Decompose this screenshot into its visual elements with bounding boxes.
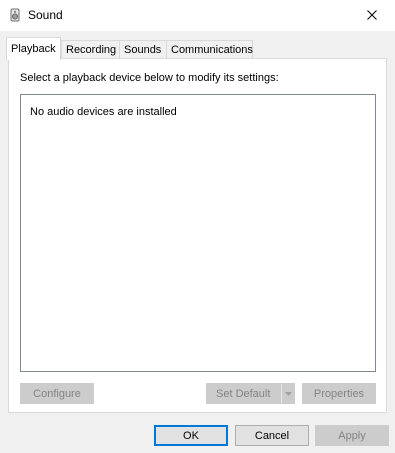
button-label: OK (183, 429, 199, 442)
button-label: Properties (313, 387, 365, 400)
tab-strip: Playback Recording Sounds Communications (0, 31, 395, 60)
playback-panel: Select a playback device below to modify… (8, 58, 387, 413)
tab-communications[interactable]: Communications (166, 40, 253, 59)
tab-label: Sounds (124, 44, 162, 56)
set-default-button[interactable]: Set Default (206, 383, 295, 404)
configure-button[interactable]: Configure (20, 383, 94, 404)
title-bar[interactable]: Sound (0, 0, 395, 31)
button-label: Set Default (216, 387, 271, 400)
device-list[interactable]: No audio devices are installed (20, 94, 376, 372)
chevron-down-icon (284, 391, 292, 396)
properties-button[interactable]: Properties (302, 383, 376, 404)
cancel-button[interactable]: Cancel (235, 425, 309, 446)
sound-dialog: Sound Playback Recording Sounds Communic… (0, 0, 395, 453)
ok-button[interactable]: OK (154, 425, 228, 446)
tab-playback[interactable]: Playback (6, 37, 61, 60)
button-label: Configure (33, 387, 81, 400)
close-icon (367, 10, 377, 20)
speaker-icon (10, 8, 20, 22)
tab-sounds[interactable]: Sounds (119, 40, 167, 59)
tab-label: Playback (11, 43, 56, 55)
close-button[interactable] (349, 0, 395, 30)
apply-button[interactable]: Apply (315, 425, 389, 446)
tab-label: Communications (171, 44, 253, 56)
button-label: Apply (338, 429, 366, 442)
empty-device-message: No audio devices are installed (30, 106, 177, 118)
instruction-text: Select a playback device below to modify… (20, 72, 279, 84)
set-default-dropdown[interactable] (281, 384, 294, 403)
button-label: Cancel (254, 429, 290, 442)
window-title: Sound (28, 8, 63, 22)
tab-label: Recording (66, 44, 117, 56)
tab-recording[interactable]: Recording (61, 40, 120, 59)
